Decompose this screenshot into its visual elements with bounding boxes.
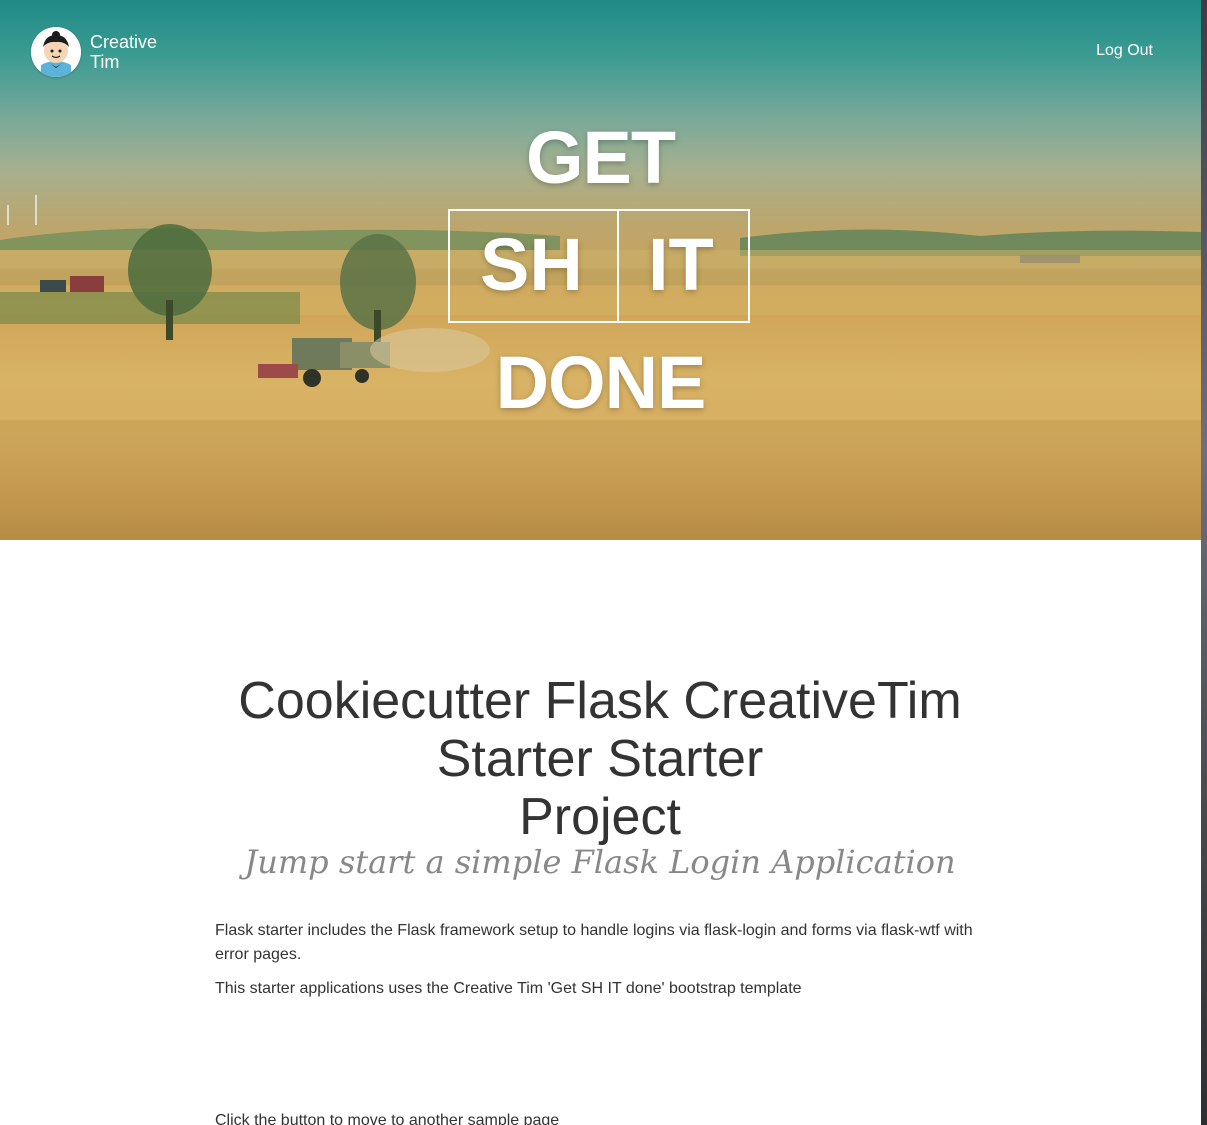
hero-box-divider (617, 211, 619, 321)
page-title-line-1: Cookiecutter Flask CreativeTim (238, 672, 962, 730)
button-hint-paragraph: Click the button to move to another samp… (215, 1112, 560, 1125)
page-title-line-3: Project (519, 788, 681, 846)
logout-link[interactable]: Log Out (1096, 42, 1153, 60)
page-title: Cookiecutter Flask CreativeTim Starter S… (150, 672, 1050, 846)
page-title-line-2: Starter Starter (436, 730, 764, 788)
template-paragraph: This starter applications uses the Creat… (215, 980, 802, 997)
avatar-logo[interactable] (31, 27, 81, 77)
brand-link[interactable]: Creative Tim (90, 32, 180, 72)
window-edge (1201, 0, 1207, 1125)
hero-banner: Creative Tim Log Out GET SH IT DONE (0, 0, 1201, 540)
hero-sh-it-box: SH IT (448, 209, 750, 323)
brand-line-2: Tim (90, 52, 120, 72)
intro-paragraph: Flask starter includes the Flask framewo… (215, 922, 973, 963)
hero-line-done: DONE (495, 341, 707, 424)
brand-line-1: Creative (90, 32, 158, 52)
creative-tim-avatar-icon (31, 27, 81, 77)
hero-line-get: GET (525, 116, 676, 199)
hero-box-left-text: SH (480, 223, 583, 306)
page-subtitle: Jump start a simple Flask Login Applicat… (244, 843, 956, 881)
page: Creative Tim Log Out GET SH IT DONE Cook… (0, 0, 1201, 1125)
hero-box-right-text: IT (648, 223, 714, 306)
